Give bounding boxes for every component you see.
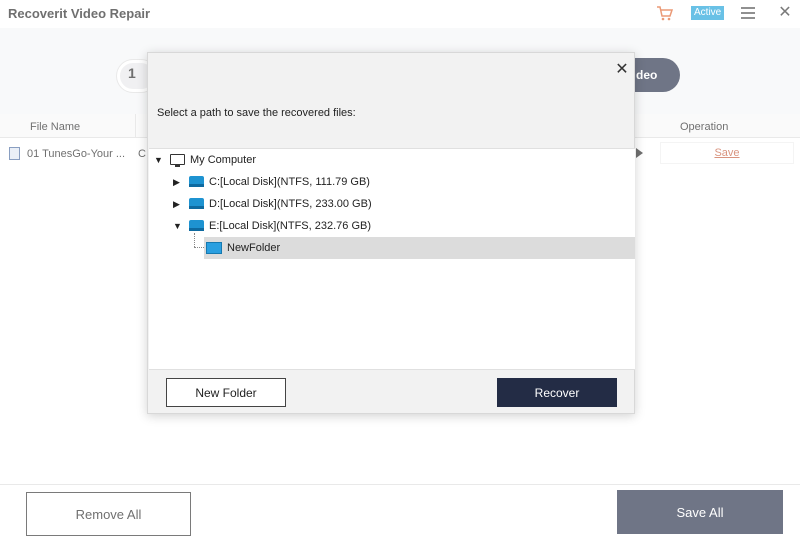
chevron-down-icon[interactable]: ▼ — [173, 221, 182, 231]
folder-tree: ▼ My Computer ▶ C:[Local Disk](NTFS, 111… — [149, 148, 635, 370]
tree-new-folder[interactable]: NewFolder — [227, 237, 280, 259]
folder-icon — [206, 242, 222, 254]
dialog-prompt: Select a path to save the recovered file… — [157, 107, 356, 119]
disk-icon — [189, 176, 204, 187]
tree-connector — [194, 233, 195, 247]
chevron-right-icon[interactable]: ▶ — [173, 177, 180, 188]
dialog-close-icon[interactable]: ✕ — [614, 62, 630, 78]
tree-connector — [194, 247, 204, 248]
tree-root[interactable]: My Computer — [190, 149, 256, 171]
chevron-right-icon[interactable]: ▶ — [173, 199, 180, 210]
save-path-dialog: ✕ Select a path to save the recovered fi… — [147, 52, 635, 414]
tree-drive-d[interactable]: D:[Local Disk](NTFS, 233.00 GB) — [209, 193, 372, 215]
new-folder-button[interactable]: New Folder — [166, 378, 286, 407]
computer-icon — [170, 154, 185, 167]
disk-icon — [189, 220, 204, 231]
tree-drive-e[interactable]: E:[Local Disk](NTFS, 232.76 GB) — [209, 215, 371, 237]
disk-icon — [189, 198, 204, 209]
recover-button[interactable]: Recover — [497, 378, 617, 407]
tree-drive-c[interactable]: C:[Local Disk](NTFS, 111.79 GB) — [209, 171, 370, 193]
chevron-down-icon[interactable]: ▼ — [154, 155, 163, 165]
